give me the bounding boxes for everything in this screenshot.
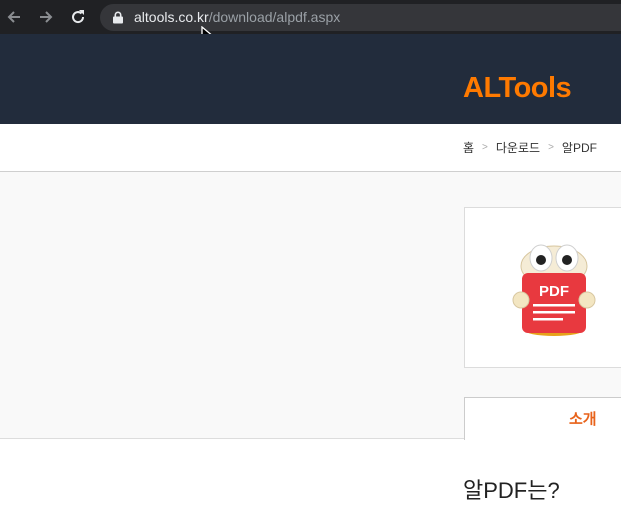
reload-button[interactable] [67,6,89,28]
back-button[interactable] [3,6,25,28]
lock-icon [113,11,123,24]
breadcrumb-current[interactable]: 알PDF [562,139,597,156]
breadcrumb-download[interactable]: 다운로드 [496,139,540,156]
breadcrumb-home[interactable]: 홈 [463,139,474,156]
browser-toolbar: altools.co.kr/download/alpdf.aspx [0,0,621,34]
address-bar[interactable]: altools.co.kr/download/alpdf.aspx [100,4,621,31]
url-text: altools.co.kr/download/alpdf.aspx [134,9,340,26]
breadcrumb-bar: 홈 > 다운로드 > 알PDF [0,124,621,172]
arrow-right-icon [40,11,53,23]
section-title: 알PDF는? [463,478,560,503]
forward-button[interactable] [35,6,57,28]
mascot-pdf-label: PDF [539,283,569,300]
arrow-left-icon [7,11,20,23]
breadcrumb: 홈 > 다운로드 > 알PDF [463,139,597,156]
url-host: altools.co.kr [134,9,209,25]
alpdf-mascot-icon: PDF [512,244,596,336]
tab-intro-label: 소개 [569,411,597,428]
product-image-box: PDF [464,207,621,368]
site-header: ALTools [0,34,621,124]
site-logo[interactable]: ALTools [463,71,572,105]
breadcrumb-separator: > [548,142,554,153]
reload-icon [72,10,85,24]
url-path: /download/alpdf.aspx [208,9,341,25]
tab-intro[interactable]: 소개 [464,397,621,440]
breadcrumb-separator: > [482,142,488,153]
